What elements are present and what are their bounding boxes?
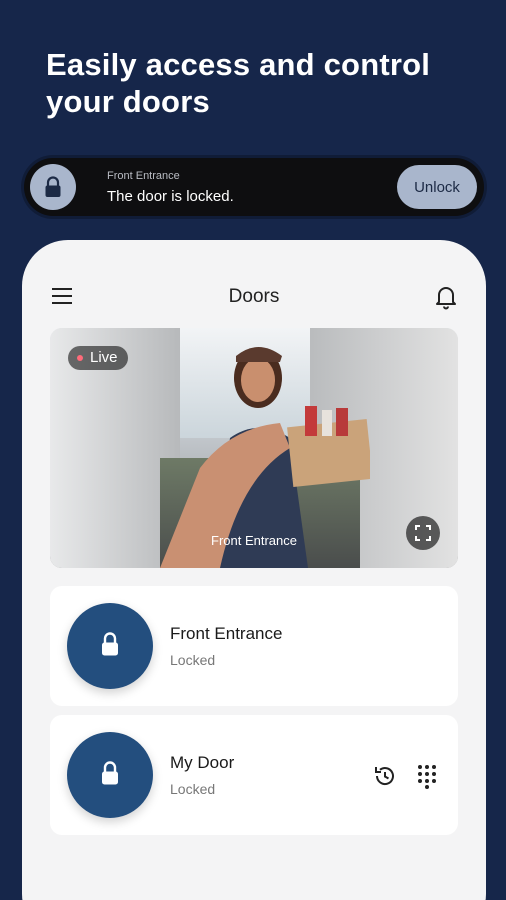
lock-button[interactable]	[67, 732, 153, 818]
phone-screen: Doors Live Front Entrance Front Entrance…	[22, 240, 486, 900]
headline-line-2: your doors	[46, 84, 210, 119]
keypad-icon[interactable]	[416, 763, 438, 789]
bell-icon[interactable]	[434, 284, 458, 310]
lock-notification: Front Entrance The door is locked. Unloc…	[24, 158, 484, 216]
door-card[interactable]: Front Entrance Locked	[50, 586, 458, 706]
lock-icon	[30, 164, 76, 210]
camera-door-label: Front Entrance	[211, 533, 297, 548]
door-status: Locked	[170, 781, 216, 797]
notification-title: Front Entrance	[107, 170, 180, 182]
live-camera-feed[interactable]: Live Front Entrance	[50, 328, 458, 568]
door-name: Front Entrance	[170, 624, 283, 643]
camera-image-person	[160, 347, 370, 568]
lock-icon	[100, 760, 120, 791]
expand-icon[interactable]	[406, 516, 440, 550]
app-top-bar: Doors	[22, 240, 486, 320]
door-card[interactable]: My Door Locked	[50, 715, 458, 835]
door-status: Locked	[170, 652, 216, 668]
lock-icon	[100, 631, 120, 662]
unlock-button[interactable]: Unlock	[397, 165, 477, 209]
headline: Easily access and control your doors	[46, 46, 466, 120]
lock-button[interactable]	[67, 603, 153, 689]
door-name: My Door	[170, 753, 235, 772]
live-badge: Live	[68, 346, 128, 370]
history-icon[interactable]	[372, 763, 398, 789]
headline-line-1: Easily access and control	[46, 47, 431, 82]
notification-message: The door is locked.	[107, 188, 234, 205]
page-title: Doors	[228, 286, 280, 307]
